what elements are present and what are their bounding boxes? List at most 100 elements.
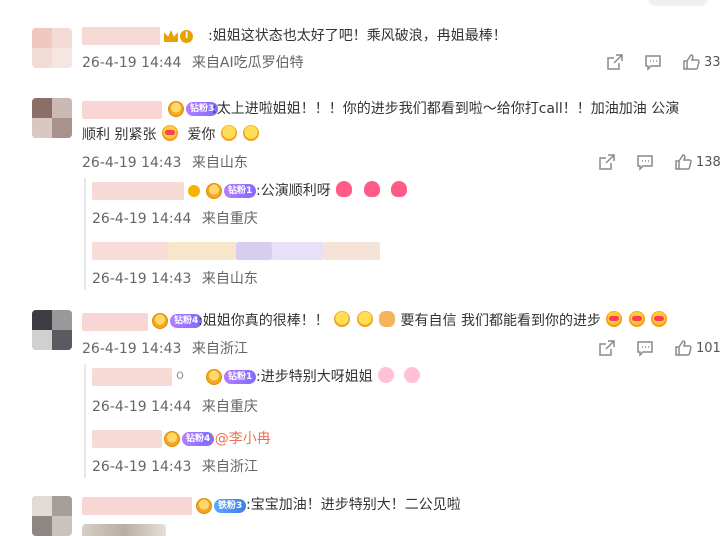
comment-icon: [637, 155, 653, 171]
reply-date: 26-4-19 14:43: [92, 459, 192, 475]
share-button[interactable]: [606, 53, 624, 71]
hug-emoji: [243, 125, 260, 141]
fan-badge: 钻粉4: [152, 313, 203, 329]
crown-icon: [164, 30, 178, 42]
reply-source: 来自山东: [201, 271, 258, 287]
fan-level-icon: [196, 498, 212, 514]
reply-source: 来自浙江: [201, 459, 258, 475]
username-blurred[interactable]: [82, 101, 162, 119]
comment-text: :姐姐这状态也太好了吧！乘风破浪，冉姐最棒！: [208, 28, 507, 44]
fan-badge: 钻粉4: [164, 431, 215, 447]
share-button[interactable]: [598, 339, 616, 357]
reply-meta: 26-4-19 14:44 来自重庆: [92, 208, 258, 228]
thumbs-up-icon: [675, 340, 692, 356]
love-face-emoji: [161, 125, 178, 141]
comment-source: 来自山东: [191, 155, 248, 171]
verified-icon: [188, 185, 200, 197]
username-blurred[interactable]: [92, 182, 184, 200]
scroll-indicator: [648, 0, 708, 6]
like-button[interactable]: 138: [674, 153, 720, 171]
comment-actions: 33: [606, 52, 720, 72]
reply-text-blurred: [168, 242, 236, 260]
comment-meta: 26-4-19 14:44 来自AI吃瓜罗伯特: [82, 52, 304, 72]
share-button[interactable]: [598, 153, 616, 171]
reply-text: :进步特别大呀姐姐: [256, 364, 421, 390]
comment-button[interactable]: [644, 53, 662, 71]
fan-level-label: 钻粉1: [224, 370, 257, 384]
fan-level-icon: [168, 101, 184, 117]
level-label: I: [180, 29, 194, 43]
reply-text-blurred: [236, 242, 272, 260]
fan-level-icon: [164, 431, 180, 447]
comment-text: :太上进啦姐姐！！！你的进步我们都看到啦～给你打call！！加油加油 公演: [212, 101, 680, 117]
thumbs-up-icon: [683, 54, 700, 70]
like-button[interactable]: 101: [674, 339, 720, 357]
comment-button[interactable]: [636, 339, 654, 357]
fan-badge: 钻粉1: [206, 183, 257, 199]
reply-meta: 26-4-19 14:43 来自山东: [92, 268, 258, 288]
like-count: 138: [696, 154, 720, 170]
attached-image-thumbnail[interactable]: [82, 524, 166, 536]
heart-emoji: [363, 181, 380, 197]
reply-source: 来自重庆: [201, 399, 258, 415]
share-icon: [607, 54, 623, 70]
username-blurred[interactable]: [82, 313, 148, 331]
heart-emoji: [336, 181, 353, 197]
avatar[interactable]: [32, 310, 72, 350]
reply-thread-line: [84, 178, 86, 290]
pig-emoji: [378, 367, 395, 383]
fan-level-icon: [152, 313, 168, 329]
username-blurred[interactable]: [82, 27, 160, 45]
comment-button[interactable]: [636, 153, 654, 171]
reply-text-mention[interactable]: :@李小冉: [210, 426, 271, 452]
comment-date: 26-4-19 14:43: [82, 341, 182, 357]
username-blurred[interactable]: [82, 497, 192, 515]
reply-text: :公演顺利呀: [256, 178, 408, 204]
comment-source: 来自AI吃瓜罗伯特: [191, 55, 304, 71]
hug-emoji: [220, 125, 237, 141]
username-blurred[interactable]: [92, 242, 168, 260]
love-face-emoji: [606, 311, 623, 327]
reply-source: 来自重庆: [201, 211, 258, 227]
comment-text-continued: 顺利 别紧张 爱你: [82, 122, 260, 148]
reply-text-blurred: [272, 242, 324, 260]
fan-badge: 铁粉3: [196, 498, 247, 514]
heart-emoji: [391, 181, 408, 197]
comment-text: :姐姐你真的很棒！！ 要有自信 我们都能看到你的进步: [198, 308, 668, 334]
comment-date: 26-4-19 14:43: [82, 155, 182, 171]
reply-date: 26-4-19 14:43: [92, 271, 192, 287]
reply-text-blurred: [324, 242, 380, 260]
fan-level-label: 铁粉3: [214, 499, 247, 513]
username-blurred[interactable]: [92, 368, 172, 386]
reply-date: 26-4-19 14:44: [92, 399, 192, 415]
reply-thread-line: [84, 364, 86, 478]
comment-source: 来自浙江: [191, 341, 248, 357]
thumbs-up-icon: [675, 154, 692, 170]
fan-badge: 钻粉1: [206, 369, 257, 385]
comment-actions: 138: [598, 152, 720, 172]
love-face-emoji: [628, 311, 645, 327]
comment-icon: [645, 55, 661, 71]
like-count: 101: [696, 340, 720, 356]
flexed-arm-emoji: [379, 311, 396, 327]
avatar[interactable]: [32, 496, 72, 536]
comment-date: 26-4-19 14:44: [82, 55, 182, 71]
reply-meta: 26-4-19 14:44 来自重庆: [92, 396, 258, 416]
pig-emoji: [403, 367, 420, 383]
fan-badge: 钻粉3: [168, 101, 219, 117]
fan-level-icon: [206, 183, 222, 199]
avatar[interactable]: [32, 28, 72, 68]
comment-meta: 26-4-19 14:43 来自浙江: [82, 338, 248, 358]
share-icon: [599, 340, 615, 356]
like-count: 33: [704, 54, 720, 70]
comment-text: :宝宝加油！进步特别大！二公见啦: [246, 497, 461, 513]
comment-icon: [637, 341, 653, 357]
hug-emoji: [356, 311, 373, 327]
comment-meta: 26-4-19 14:43 来自山东: [82, 152, 248, 172]
love-face-emoji: [651, 311, 668, 327]
hug-emoji: [334, 311, 351, 327]
share-icon: [599, 154, 615, 170]
avatar[interactable]: [32, 98, 72, 138]
like-button[interactable]: 33: [682, 53, 720, 71]
username-blurred[interactable]: [92, 430, 162, 448]
